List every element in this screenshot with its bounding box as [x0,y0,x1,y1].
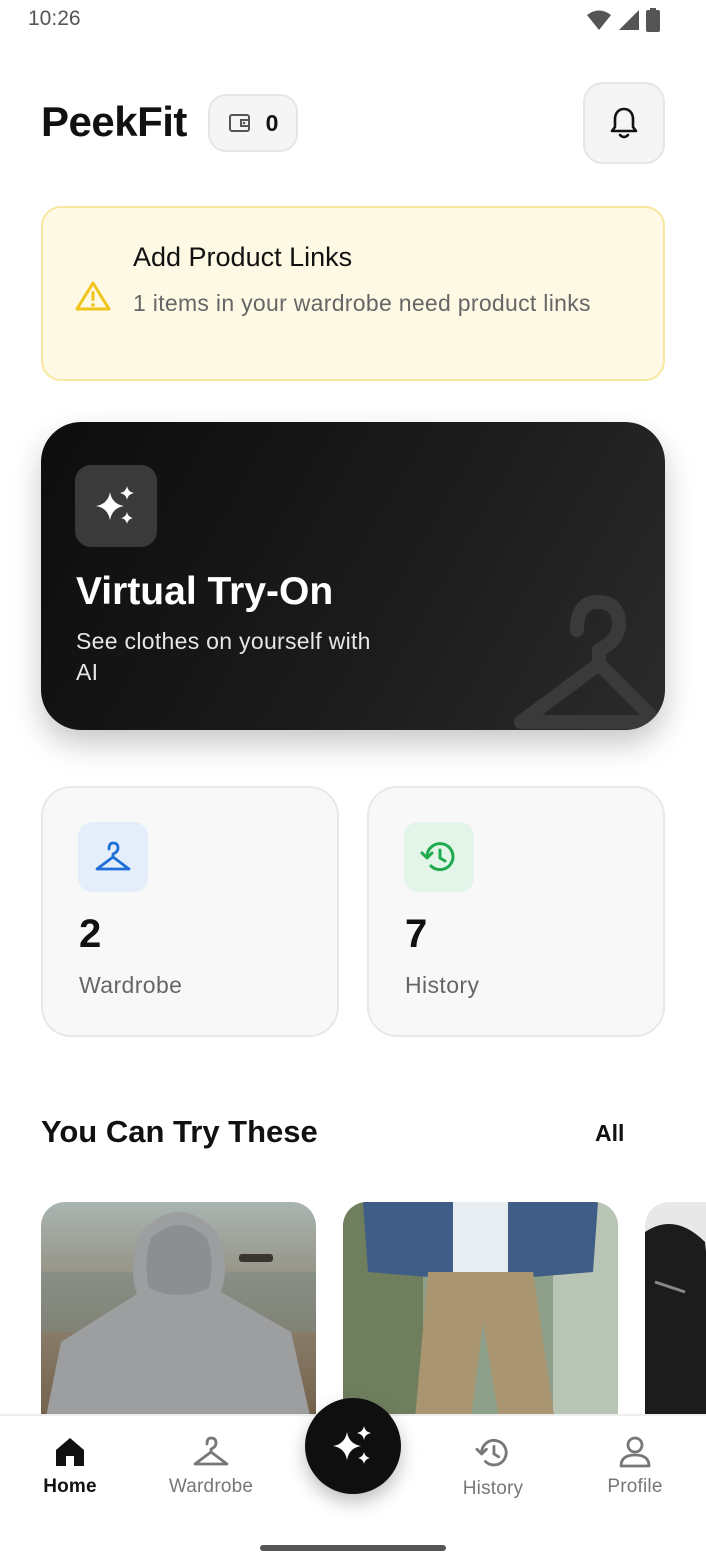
hero-icon-box [75,465,157,547]
status-bar: 10:26 [0,0,706,40]
alert-text: 1 items in your wardrobe need product li… [133,290,591,316]
alert-title: Add Product Links [133,242,353,272]
status-icons [586,8,660,32]
nav-item-profile[interactable]: Profile [575,1436,695,1498]
nav-item-history[interactable]: History [433,1436,553,1500]
virtual-try-on-card[interactable]: Virtual Try-On See clothes on yourself w… [41,422,665,730]
credits-value: 0 [265,109,279,136]
battery-icon [646,8,660,32]
see-all-link[interactable]: All [595,1120,624,1147]
product-carousel[interactable] [41,1202,706,1415]
hanger-icon [95,841,131,871]
home-indicator[interactable] [260,1545,446,1551]
wallet-icon [228,114,250,132]
product-links-alert[interactable]: Add Product Links 1 items in your wardro… [41,206,665,381]
product-image [343,1202,618,1415]
product-card-hoodie[interactable] [41,1202,316,1415]
sparkles-icon [333,1426,371,1464]
credits-button[interactable]: 0 [208,94,298,152]
product-image [41,1202,316,1415]
hanger-icon [514,595,664,729]
section-title: You Can Try These [41,1114,318,1149]
hero-title: Virtual Try-On [76,570,334,613]
app-title: PeekFit [41,98,187,145]
hero-subtitle: See clothes on yourself with AI [76,628,371,685]
wardrobe-stat-card[interactable]: 2 Wardrobe [41,786,339,1037]
notifications-button[interactable] [583,82,665,164]
history-count: 7 [405,912,428,956]
nav-label-home: Home [43,1476,97,1497]
product-image [645,1202,706,1415]
hanger-icon [193,1436,229,1466]
header: PeekFit 0 [41,82,665,164]
nav-label-history: History [462,1478,524,1499]
nav-item-wardrobe[interactable]: Wardrobe [151,1436,271,1498]
bell-icon [610,107,638,139]
wardrobe-count: 2 [79,912,102,956]
history-label: History [405,972,480,998]
sparkles-icon [96,486,134,524]
home-icon [56,1438,84,1466]
history-icon [475,1438,508,1467]
history-icon-box [404,822,474,892]
signal-icon [619,10,639,30]
nav-label-profile: Profile [607,1476,663,1497]
warning-icon [75,281,111,311]
wardrobe-icon-box [78,822,148,892]
user-icon [619,1436,651,1468]
status-time: 10:26 [28,7,81,30]
product-card-denim-jacket[interactable] [343,1202,618,1415]
try-on-fab[interactable] [305,1398,401,1494]
nav-label-wardrobe: Wardrobe [168,1476,254,1497]
history-stat-card[interactable]: 7 History [367,786,665,1037]
history-icon [420,842,455,872]
product-card-leather-jacket[interactable] [645,1202,706,1415]
nav-item-home[interactable]: Home [10,1436,130,1498]
wardrobe-label: Wardrobe [79,972,183,998]
wifi-icon [587,10,611,30]
